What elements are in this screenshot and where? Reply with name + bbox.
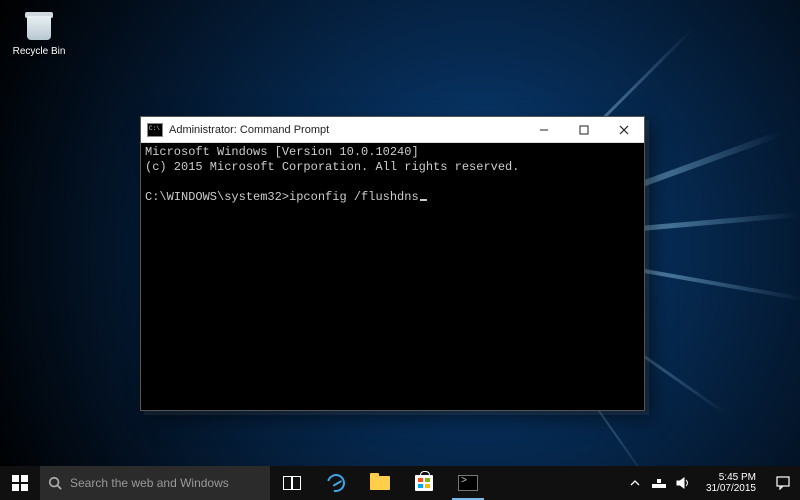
- window-controls: [524, 117, 644, 142]
- desktop-icon-label: Recycle Bin: [10, 46, 68, 57]
- start-button[interactable]: [0, 466, 40, 500]
- command-prompt-icon: [458, 473, 478, 493]
- store-icon: [414, 473, 434, 493]
- system-tray: 5:45 PM 31/07/2015: [620, 466, 766, 500]
- action-center-icon: [776, 476, 790, 490]
- terminal-line: (c) 2015 Microsoft Corporation. All righ…: [145, 160, 519, 174]
- search-icon: [48, 476, 62, 490]
- minimize-icon: [539, 125, 549, 135]
- window-command-prompt[interactable]: Administrator: Command Prompt Microsoft …: [140, 116, 645, 411]
- terminal-prompt: C:\WINDOWS\system32>: [145, 190, 289, 204]
- clock-time: 5:45 PM: [706, 472, 756, 483]
- titlebar[interactable]: Administrator: Command Prompt: [141, 117, 644, 143]
- taskbar-spacer: [490, 466, 620, 500]
- taskbar-item-file-explorer[interactable]: [358, 466, 402, 500]
- desktop-icon-recycle-bin[interactable]: Recycle Bin: [10, 8, 68, 57]
- folder-icon: [370, 473, 390, 493]
- taskbar-clock[interactable]: 5:45 PM 31/07/2015: [700, 472, 762, 494]
- edge-icon: [326, 473, 346, 493]
- recycle-bin-icon: [21, 8, 57, 44]
- minimize-button[interactable]: [524, 117, 564, 142]
- taskbar: 5:45 PM 31/07/2015: [0, 466, 800, 500]
- desktop[interactable]: Recycle Bin Administrator: Command Promp…: [0, 0, 800, 500]
- window-app-icon: [147, 123, 163, 137]
- terminal-output[interactable]: Microsoft Windows [Version 10.0.10240] (…: [141, 143, 644, 410]
- terminal-command: ipconfig /flushdns: [289, 190, 419, 204]
- close-icon: [619, 125, 629, 135]
- task-view-icon: [282, 473, 302, 493]
- action-center-button[interactable]: [766, 466, 800, 500]
- search-input[interactable]: [70, 476, 262, 490]
- taskbar-item-command-prompt[interactable]: [446, 466, 490, 500]
- taskbar-item-edge[interactable]: [314, 466, 358, 500]
- network-icon[interactable]: [652, 476, 666, 490]
- windows-logo-icon: [12, 475, 28, 491]
- taskbar-item-store[interactable]: [402, 466, 446, 500]
- terminal-cursor: [420, 199, 427, 201]
- terminal-line: Microsoft Windows [Version 10.0.10240]: [145, 145, 419, 159]
- maximize-button[interactable]: [564, 117, 604, 142]
- tray-overflow-icon[interactable]: [628, 476, 642, 490]
- taskbar-search[interactable]: [40, 466, 270, 500]
- window-title: Administrator: Command Prompt: [169, 124, 524, 136]
- clock-date: 31/07/2015: [706, 483, 756, 494]
- close-button[interactable]: [604, 117, 644, 142]
- volume-icon[interactable]: [676, 476, 690, 490]
- maximize-icon: [579, 125, 589, 135]
- taskbar-item-task-view[interactable]: [270, 466, 314, 500]
